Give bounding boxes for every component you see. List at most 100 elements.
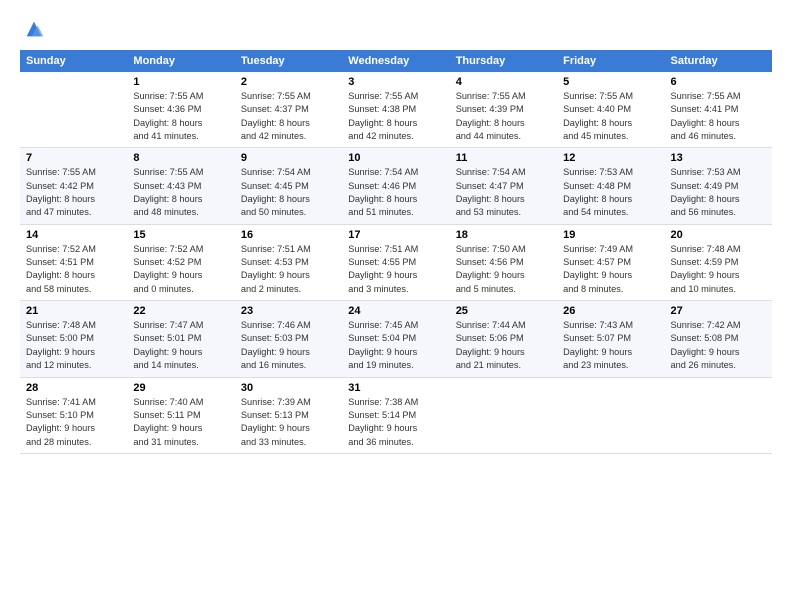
day-number: 5	[563, 76, 658, 88]
day-info: Sunrise: 7:46 AMSunset: 5:03 PMDaylight:…	[241, 319, 336, 372]
header-wednesday: Wednesday	[342, 50, 449, 72]
week-row-3: 14Sunrise: 7:52 AMSunset: 4:51 PMDayligh…	[20, 224, 772, 300]
day-info: Sunrise: 7:51 AMSunset: 4:53 PMDaylight:…	[241, 243, 336, 296]
cell-w1-d3: 2 Sunrise: 7:55 AMSunset: 4:37 PMDaylight…	[235, 72, 342, 148]
cell-w1-d4: 3Sunrise: 7:55 AMSunset: 4:38 PMDaylight…	[342, 72, 449, 148]
header-row: SundayMondayTuesdayWednesdayThursdayFrid…	[20, 50, 772, 72]
cell-w1-d1	[20, 72, 127, 148]
day-info: Sunrise: 7:55 AMSunset: 4:41 PMDaylight:…	[671, 90, 766, 143]
day-number: 1	[133, 76, 228, 88]
cell-w4-d4: 24Sunrise: 7:45 AMSunset: 5:04 PMDayligh…	[342, 301, 449, 377]
cell-w5-d5	[450, 377, 557, 453]
day-info: Sunrise: 7:55 AMSunset: 4:36 PMDaylight:…	[133, 90, 228, 143]
cell-w1-d2: 1 Sunrise: 7:55 AMSunset: 4:36 PMDaylight…	[127, 72, 234, 148]
day-number: 27	[671, 305, 766, 317]
day-number: 13	[671, 152, 766, 164]
day-info: Sunrise: 7:55 AMSunset: 4:37 PMDaylight:…	[241, 90, 336, 143]
day-info: Sunrise: 7:54 AMSunset: 4:47 PMDaylight:…	[456, 166, 551, 219]
header-tuesday: Tuesday	[235, 50, 342, 72]
cell-w2-d6: 12 Sunrise: 7:53 AMSunset: 4:48 PMDayligh…	[557, 148, 664, 224]
cell-w5-d2: 29 Sunrise: 7:40 AMSunset: 5:11 PMDayligh…	[127, 377, 234, 453]
cell-w3-d1: 14Sunrise: 7:52 AMSunset: 4:51 PMDayligh…	[20, 224, 127, 300]
day-number: 16	[241, 229, 336, 241]
calendar-page: SundayMondayTuesdayWednesdayThursdayFrid…	[0, 0, 792, 612]
logo	[20, 18, 45, 40]
cell-w5-d6	[557, 377, 664, 453]
day-number: 17	[348, 229, 443, 241]
cell-w2-d7: 13 Sunrise: 7:53 AMSunset: 4:49 PMDayligh…	[665, 148, 772, 224]
day-info: Sunrise: 7:54 AMSunset: 4:45 PMDaylight:…	[241, 166, 336, 219]
day-number: 22	[133, 305, 228, 317]
day-info: Sunrise: 7:48 AMSunset: 5:00 PMDaylight:…	[26, 319, 121, 372]
cell-w2-d4: 10Sunrise: 7:54 AMSunset: 4:46 PMDayligh…	[342, 148, 449, 224]
day-info: Sunrise: 7:48 AMSunset: 4:59 PMDaylight:…	[671, 243, 766, 296]
day-number: 11	[456, 152, 551, 164]
cell-w4-d5: 25Sunrise: 7:44 AMSunset: 5:06 PMDayligh…	[450, 301, 557, 377]
day-number: 12	[563, 152, 658, 164]
day-number: 18	[456, 229, 551, 241]
logo-icon	[23, 18, 45, 40]
day-number: 8	[133, 152, 228, 164]
day-number: 28	[26, 382, 121, 394]
day-number: 6	[671, 76, 766, 88]
calendar-table: SundayMondayTuesdayWednesdayThursdayFrid…	[20, 50, 772, 454]
day-info: Sunrise: 7:52 AMSunset: 4:52 PMDaylight:…	[133, 243, 228, 296]
day-number: 31	[348, 382, 443, 394]
week-row-1: 1 Sunrise: 7:55 AMSunset: 4:36 PMDaylight…	[20, 72, 772, 148]
cell-w3-d3: 16 Sunrise: 7:51 AMSunset: 4:53 PMDayligh…	[235, 224, 342, 300]
day-number: 24	[348, 305, 443, 317]
cell-w4-d6: 26Sunrise: 7:43 AMSunset: 5:07 PMDayligh…	[557, 301, 664, 377]
header-friday: Friday	[557, 50, 664, 72]
day-number: 30	[241, 382, 336, 394]
day-number: 20	[671, 229, 766, 241]
cell-w4-d2: 22 Sunrise: 7:47 AMSunset: 5:01 PMDayligh…	[127, 301, 234, 377]
cell-w4-d7: 27 Sunrise: 7:42 AMSunset: 5:08 PMDayligh…	[665, 301, 772, 377]
cell-w1-d6: 5 Sunrise: 7:55 AMSunset: 4:40 PMDaylight…	[557, 72, 664, 148]
cell-w4-d1: 21 Sunrise: 7:48 AMSunset: 5:00 PMDayligh…	[20, 301, 127, 377]
day-info: Sunrise: 7:49 AMSunset: 4:57 PMDaylight:…	[563, 243, 658, 296]
day-info: Sunrise: 7:53 AMSunset: 4:48 PMDaylight:…	[563, 166, 658, 219]
day-info: Sunrise: 7:44 AMSunset: 5:06 PMDaylight:…	[456, 319, 551, 372]
cell-w5-d7	[665, 377, 772, 453]
day-number: 23	[241, 305, 336, 317]
cell-w4-d3: 23 Sunrise: 7:46 AMSunset: 5:03 PMDayligh…	[235, 301, 342, 377]
day-number: 19	[563, 229, 658, 241]
day-info: Sunrise: 7:55 AMSunset: 4:38 PMDaylight:…	[348, 90, 443, 143]
day-number: 7	[26, 152, 121, 164]
day-info: Sunrise: 7:40 AMSunset: 5:11 PMDaylight:…	[133, 396, 228, 449]
cell-w5-d4: 31Sunrise: 7:38 AMSunset: 5:14 PMDayligh…	[342, 377, 449, 453]
day-number: 14	[26, 229, 121, 241]
header-monday: Monday	[127, 50, 234, 72]
cell-w2-d1: 7 Sunrise: 7:55 AMSunset: 4:42 PMDaylight…	[20, 148, 127, 224]
day-info: Sunrise: 7:50 AMSunset: 4:56 PMDaylight:…	[456, 243, 551, 296]
day-info: Sunrise: 7:55 AMSunset: 4:39 PMDaylight:…	[456, 90, 551, 143]
day-info: Sunrise: 7:55 AMSunset: 4:42 PMDaylight:…	[26, 166, 121, 219]
week-row-4: 21 Sunrise: 7:48 AMSunset: 5:00 PMDayligh…	[20, 301, 772, 377]
cell-w5-d1: 28 Sunrise: 7:41 AMSunset: 5:10 PMDayligh…	[20, 377, 127, 453]
week-row-2: 7 Sunrise: 7:55 AMSunset: 4:42 PMDaylight…	[20, 148, 772, 224]
cell-w2-d3: 9Sunrise: 7:54 AMSunset: 4:45 PMDaylight…	[235, 148, 342, 224]
day-number: 2	[241, 76, 336, 88]
day-info: Sunrise: 7:55 AMSunset: 4:40 PMDaylight:…	[563, 90, 658, 143]
cell-w3-d4: 17 Sunrise: 7:51 AMSunset: 4:55 PMDayligh…	[342, 224, 449, 300]
day-number: 15	[133, 229, 228, 241]
day-info: Sunrise: 7:53 AMSunset: 4:49 PMDaylight:…	[671, 166, 766, 219]
calendar-header: SundayMondayTuesdayWednesdayThursdayFrid…	[20, 50, 772, 72]
day-info: Sunrise: 7:51 AMSunset: 4:55 PMDaylight:…	[348, 243, 443, 296]
day-info: Sunrise: 7:41 AMSunset: 5:10 PMDaylight:…	[26, 396, 121, 449]
cell-w1-d7: 6 Sunrise: 7:55 AMSunset: 4:41 PMDaylight…	[665, 72, 772, 148]
week-row-5: 28 Sunrise: 7:41 AMSunset: 5:10 PMDayligh…	[20, 377, 772, 453]
day-info: Sunrise: 7:39 AMSunset: 5:13 PMDaylight:…	[241, 396, 336, 449]
cell-w2-d2: 8Sunrise: 7:55 AMSunset: 4:43 PMDaylight…	[127, 148, 234, 224]
header-sunday: Sunday	[20, 50, 127, 72]
day-number: 26	[563, 305, 658, 317]
cell-w3-d7: 20 Sunrise: 7:48 AMSunset: 4:59 PMDayligh…	[665, 224, 772, 300]
header-saturday: Saturday	[665, 50, 772, 72]
day-info: Sunrise: 7:42 AMSunset: 5:08 PMDaylight:…	[671, 319, 766, 372]
cell-w3-d5: 18 Sunrise: 7:50 AMSunset: 4:56 PMDayligh…	[450, 224, 557, 300]
day-number: 29	[133, 382, 228, 394]
cell-w3-d6: 19 Sunrise: 7:49 AMSunset: 4:57 PMDayligh…	[557, 224, 664, 300]
day-info: Sunrise: 7:47 AMSunset: 5:01 PMDaylight:…	[133, 319, 228, 372]
day-info: Sunrise: 7:54 AMSunset: 4:46 PMDaylight:…	[348, 166, 443, 219]
day-number: 21	[26, 305, 121, 317]
